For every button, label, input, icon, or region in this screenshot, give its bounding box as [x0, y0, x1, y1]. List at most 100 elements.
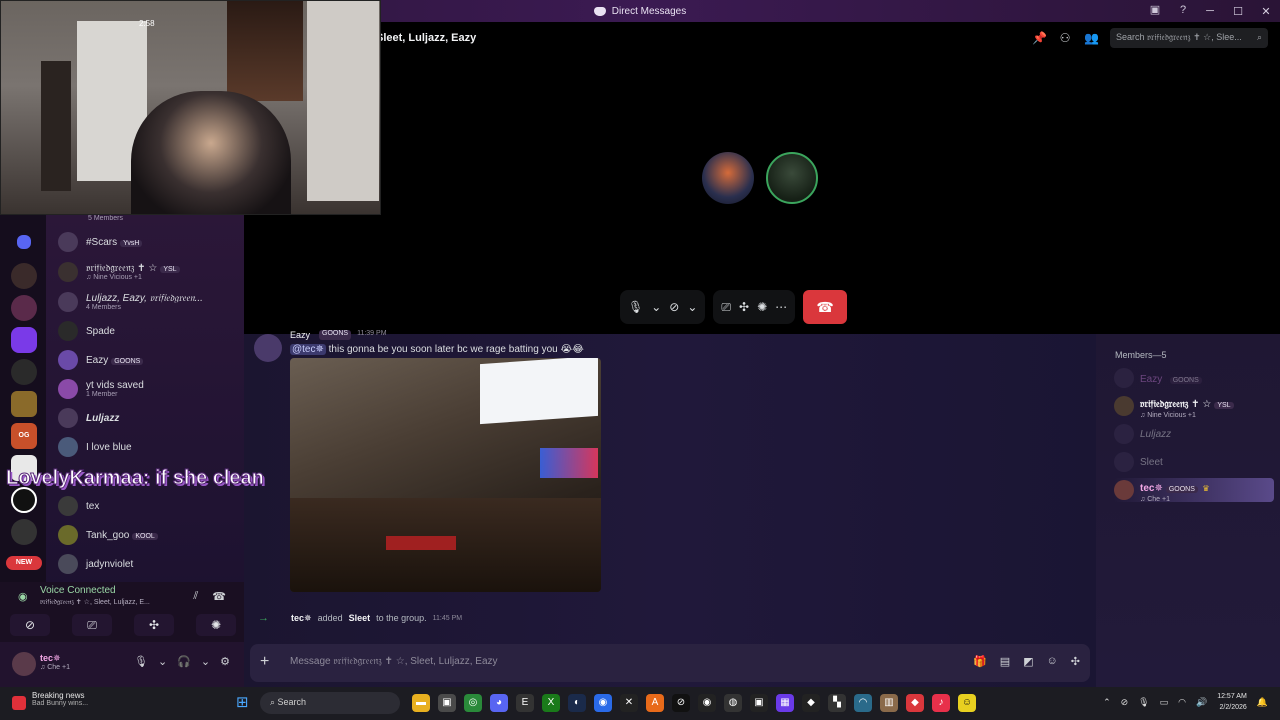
wifi-icon[interactable]: ◠: [1178, 697, 1186, 708]
participant-avatar[interactable]: [702, 152, 754, 204]
voice-status[interactable]: Voice Connected: [40, 585, 116, 596]
list-item[interactable]: Tank_goo KOOL: [58, 522, 238, 548]
apps-icon[interactable]: ✣: [1071, 655, 1080, 668]
chevron-down-icon[interactable]: ⌄: [201, 655, 210, 668]
system-actor[interactable]: tec✵: [291, 613, 312, 624]
chevron-down-icon[interactable]: ⌄: [651, 300, 661, 314]
server-icon[interactable]: [11, 359, 37, 385]
participant-avatar-speaking[interactable]: [766, 152, 818, 204]
windows-start-icon[interactable]: ⊞: [236, 695, 252, 711]
steam-icon[interactable]: ◐: [568, 694, 586, 712]
help-icon[interactable]: ?: [1176, 3, 1190, 17]
list-item[interactable]: #Scars YvsH: [58, 229, 238, 255]
app-icon[interactable]: ▥: [880, 694, 898, 712]
member-item[interactable]: Luljazz: [1114, 422, 1274, 446]
activities-button[interactable]: ✣: [134, 614, 174, 636]
xbox-icon[interactable]: X: [542, 694, 560, 712]
server-og-hub[interactable]: OG HUB: [11, 423, 37, 465]
app-icon[interactable]: A: [646, 694, 664, 712]
close-button[interactable]: ✕: [1252, 5, 1280, 18]
member-item[interactable]: Eazy GOONS: [1114, 366, 1274, 390]
server-icon[interactable]: [11, 263, 37, 289]
list-item[interactable]: yt vids saved 1 Member: [58, 376, 238, 402]
system-target[interactable]: Sleet: [349, 613, 371, 623]
gift-icon[interactable]: 🎁: [973, 655, 987, 668]
disconnect-button[interactable]: ☎: [803, 290, 848, 324]
epic-games-icon[interactable]: E: [516, 694, 534, 712]
chrome-icon[interactable]: ◎: [464, 694, 482, 712]
app-icon[interactable]: ✕: [620, 694, 638, 712]
search-input[interactable]: Search 𝔳𝔯𝔦𝔣𝔦𝔢𝔡𝔤𝔯𝔢𝔢𝔫𝔷 ✝ ☆, Slee... ⌕: [1110, 28, 1268, 48]
microphone-icon[interactable]: 🎙: [134, 655, 148, 668]
app-icon[interactable]: ◆: [802, 694, 820, 712]
disconnect-icon[interactable]: ☎: [212, 590, 226, 603]
sticker-icon[interactable]: ◩: [1023, 655, 1033, 668]
member-item[interactable]: Sleet: [1114, 450, 1274, 474]
gear-icon[interactable]: ⚙: [220, 655, 230, 668]
app-icon[interactable]: ◆: [906, 694, 924, 712]
inbox-icon[interactable]: ▣: [1148, 3, 1162, 17]
list-item[interactable]: Luljazz, Eazy, 𝔳𝔯𝔦𝔣𝔦𝔢𝔡𝔤𝔯𝔢𝔢𝔫... 4 Members: [58, 289, 238, 315]
pin-icon[interactable]: 📌: [1032, 31, 1047, 45]
signal-icon[interactable]: ◉: [18, 590, 28, 603]
gif-icon[interactable]: ▤: [1000, 655, 1010, 668]
network-icon[interactable]: ⊘: [1121, 697, 1129, 708]
app-icon[interactable]: ◍: [724, 694, 742, 712]
message-input[interactable]: Message 𝔳𝔯𝔦𝔣𝔦𝔢𝔡𝔤𝔯𝔢𝔢𝔫𝔷 ✝ ☆, Sleet, Luljaz…: [290, 656, 498, 667]
microphone-icon[interactable]: 🎙: [628, 300, 643, 314]
member-item[interactable]: 𝔳𝔯𝔦𝔣𝔦𝔢𝔡𝔤𝔯𝔢𝔢𝔫𝔷 ✝ ☆ YSL ♫ Nine Vicious +1: [1114, 394, 1274, 419]
camera-off-button[interactable]: ⊘: [10, 614, 50, 636]
discord-icon[interactable]: ◕: [490, 694, 508, 712]
list-item[interactable]: 𝔳𝔯𝔦𝔣𝔦𝔢𝔡𝔤𝔯𝔢𝔢𝔫𝔷 ✝ ☆ YSL ♫ Nine Vicious +1: [58, 259, 238, 285]
user-mention[interactable]: @tec✵: [290, 344, 326, 355]
message-author-avatar[interactable]: [254, 334, 282, 362]
app-icon[interactable]: ▣: [438, 694, 456, 712]
obs-icon[interactable]: ◉: [698, 694, 716, 712]
list-item[interactable]: I love blue: [58, 434, 238, 460]
member-list-icon[interactable]: 👥: [1084, 31, 1099, 45]
mic-tray-icon[interactable]: 🎙: [1138, 697, 1149, 708]
display-icon[interactable]: ▭: [1160, 697, 1169, 708]
message-image-attachment[interactable]: [290, 358, 601, 592]
member-item[interactable]: tec✵ GOONS ♛ ♫ Che +1: [1114, 478, 1274, 503]
clock[interactable]: 12:57 AM 2/2/2026: [1217, 691, 1247, 713]
list-item[interactable]: tex: [58, 493, 238, 519]
server-icon[interactable]: [11, 327, 37, 353]
minimize-button[interactable]: ─: [1196, 5, 1224, 17]
list-item[interactable]: jadynviolet: [58, 551, 238, 577]
volume-icon[interactable]: 🔊: [1196, 697, 1207, 708]
avatar[interactable]: [12, 652, 36, 676]
activities-icon[interactable]: ✣: [739, 300, 749, 314]
camera-off-icon[interactable]: ⊘: [669, 300, 679, 314]
music-icon[interactable]: ♪: [932, 694, 950, 712]
file-explorer-icon[interactable]: ▬: [412, 694, 430, 712]
list-item[interactable]: Eazy GOONS: [58, 347, 238, 373]
chevron-up-icon[interactable]: ⌃: [1103, 697, 1111, 708]
list-item[interactable]: Spade: [58, 318, 238, 344]
soundboard-button[interactable]: ✺: [196, 614, 236, 636]
attach-plus-icon[interactable]: +: [260, 653, 269, 671]
screen-share-button[interactable]: ⎚: [72, 614, 112, 636]
server-icon[interactable]: [11, 295, 37, 321]
maximize-button[interactable]: ☐: [1224, 5, 1252, 18]
app-icon[interactable]: ▦: [776, 694, 794, 712]
app-icon[interactable]: ◠: [854, 694, 872, 712]
add-friends-icon[interactable]: ⚇: [1058, 31, 1072, 45]
screen-share-icon[interactable]: ⎚: [721, 300, 731, 315]
noise-suppression-icon[interactable]: ⫽: [193, 590, 198, 603]
user-name[interactable]: tec✵: [40, 653, 61, 664]
app-icon[interactable]: ▣: [750, 694, 768, 712]
app-icon[interactable]: ☺: [958, 694, 976, 712]
soundboard-icon[interactable]: ✺: [757, 300, 767, 314]
chevron-down-icon[interactable]: ⌄: [158, 655, 167, 668]
list-item[interactable]: Luljazz: [58, 405, 238, 431]
app-icon[interactable]: ⊘: [672, 694, 690, 712]
server-icon[interactable]: [11, 391, 37, 417]
server-icon[interactable]: [11, 487, 37, 513]
server-icon[interactable]: [11, 519, 37, 545]
message-author[interactable]: Eazy: [290, 330, 310, 340]
headphones-icon[interactable]: 🎧: [177, 655, 191, 668]
emoji-icon[interactable]: ☺: [1047, 655, 1058, 668]
taskbar-search[interactable]: ⌕ Search: [260, 692, 400, 714]
news-widget[interactable]: Breaking news Bad Bunny wins...: [12, 691, 88, 710]
